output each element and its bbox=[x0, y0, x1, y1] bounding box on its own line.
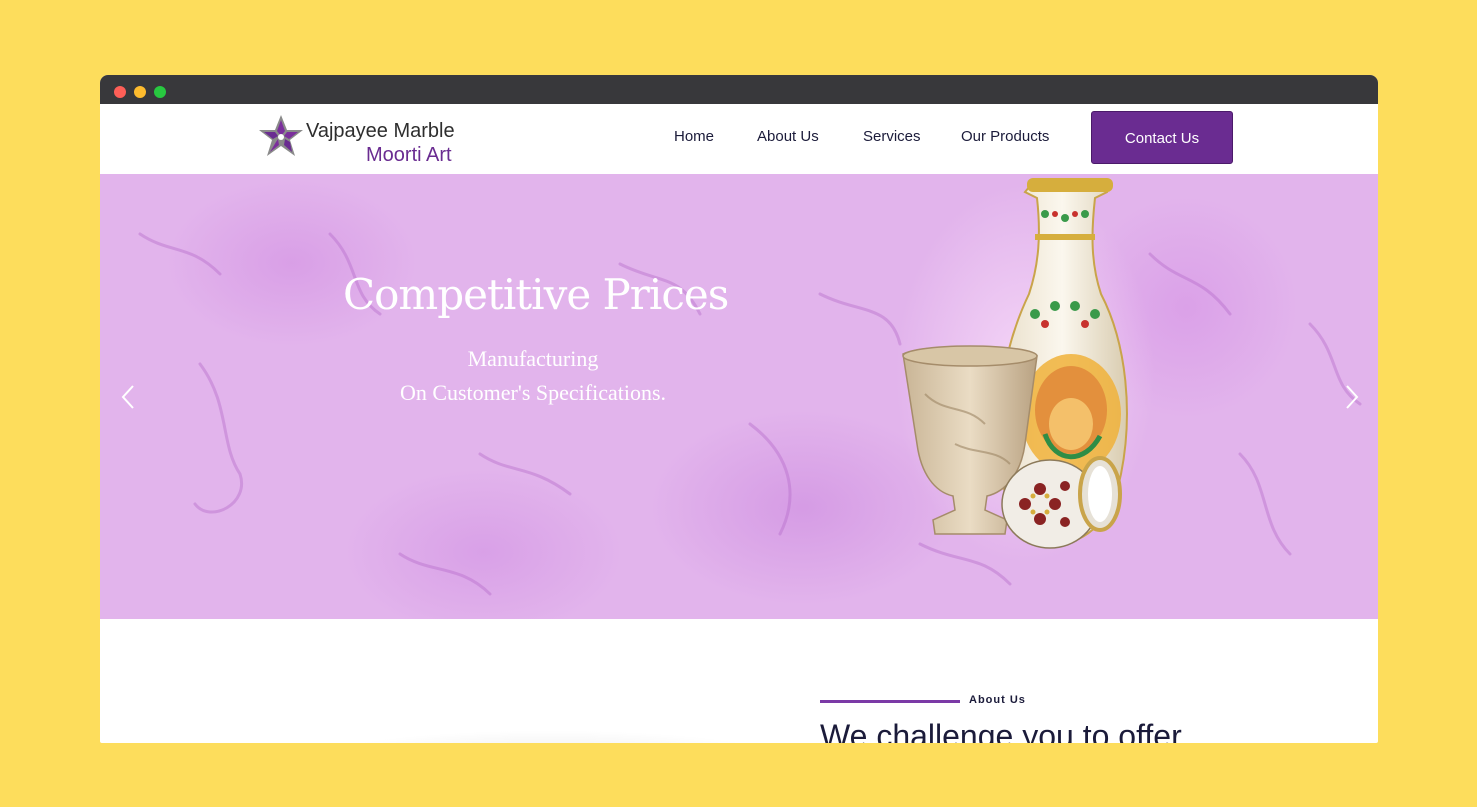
site-header: Vajpayee Marble Moorti Art Home About Us… bbox=[100, 104, 1378, 174]
hero-slider: Competitive Prices Manufacturing On Cust… bbox=[100, 174, 1378, 619]
hero-subtitle-line1: Manufacturing bbox=[467, 346, 599, 371]
slider-prev-button[interactable] bbox=[118, 382, 138, 412]
site-logo[interactable]: Vajpayee Marble Moorti Art bbox=[250, 110, 480, 166]
nav-services[interactable]: Services bbox=[863, 128, 921, 145]
nav-about-us[interactable]: About Us bbox=[757, 128, 819, 145]
maximize-window-button[interactable] bbox=[154, 86, 166, 98]
chevron-right-icon bbox=[1346, 385, 1359, 409]
nav-our-products[interactable]: Our Products bbox=[961, 128, 1049, 145]
logo-text-secondary: Moorti Art bbox=[366, 144, 452, 166]
slider-next-button[interactable] bbox=[1342, 382, 1362, 412]
about-accent-line bbox=[820, 700, 960, 703]
about-section-label: About Us bbox=[969, 694, 1026, 706]
contact-us-button[interactable]: Contact Us bbox=[1091, 111, 1233, 164]
nav-home[interactable]: Home bbox=[674, 128, 714, 145]
star-logo-icon bbox=[259, 115, 303, 156]
marble-texture bbox=[138, 232, 1362, 596]
logo-text-primary: Vajpayee Marble bbox=[306, 120, 455, 142]
hero-subtitle-line2: On Customer's Specifications. bbox=[399, 380, 667, 405]
chevron-left-icon bbox=[121, 385, 134, 409]
about-image-shadow bbox=[310, 730, 790, 743]
close-window-button[interactable] bbox=[114, 86, 126, 98]
marble-vases-image bbox=[895, 178, 1155, 564]
window-titlebar bbox=[100, 75, 1378, 104]
browser-window: Vajpayee Marble Moorti Art Home About Us… bbox=[100, 75, 1378, 743]
minimize-window-button[interactable] bbox=[134, 86, 146, 98]
about-heading: We challenge you to offer bbox=[820, 718, 1182, 743]
hero-title: Competitive Prices bbox=[343, 270, 729, 319]
